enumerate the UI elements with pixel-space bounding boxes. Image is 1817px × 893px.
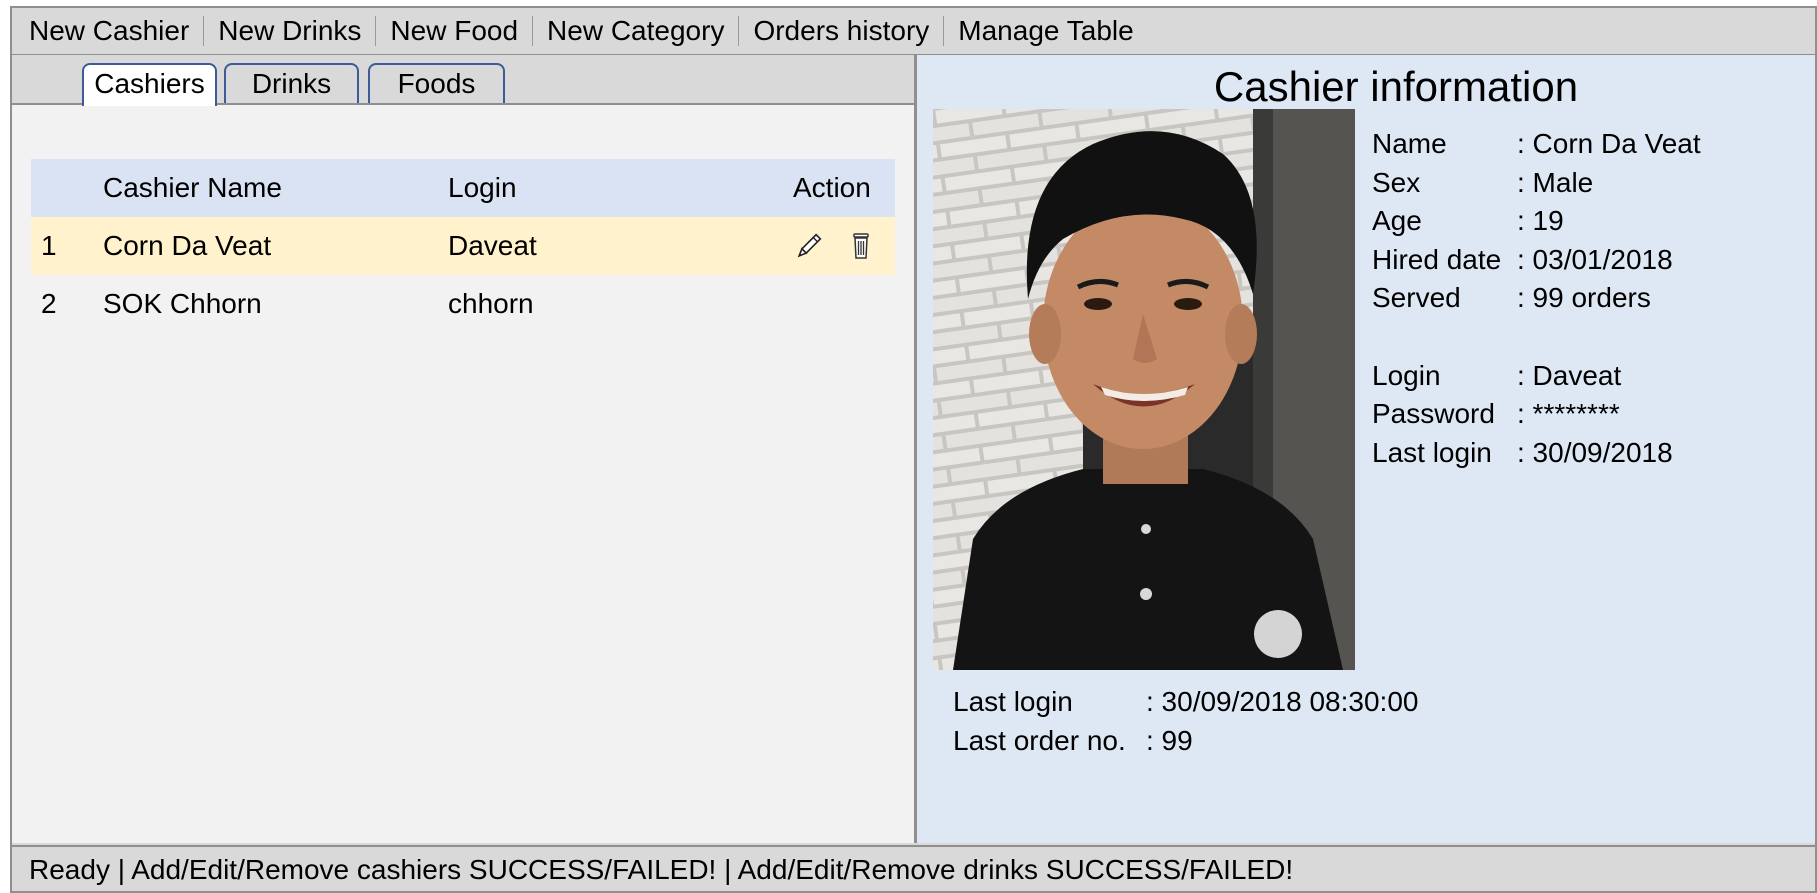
info-row-name: Name : Corn Da Veat bbox=[1372, 125, 1701, 164]
header-action: Action bbox=[793, 172, 871, 203]
activity-row-last-order: Last order no. : 99 bbox=[953, 722, 1418, 761]
table-row[interactable]: 1 Corn Da Veat Daveat bbox=[31, 217, 895, 275]
info-key: Last login bbox=[953, 686, 1073, 717]
info-value: : 99 bbox=[1146, 724, 1193, 756]
info-value: : Daveat bbox=[1517, 359, 1622, 391]
cashier-list-panel: Cashiers Drinks Foods Cashier Name Login… bbox=[12, 55, 917, 843]
tab-drinks[interactable]: Drinks bbox=[224, 63, 359, 103]
info-row-served: Served : 99 orders bbox=[1372, 279, 1701, 318]
info-key: Login bbox=[1372, 359, 1441, 391]
status-bar: Ready | Add/Edit/Remove cashiers SUCCESS… bbox=[12, 845, 1815, 891]
row-number: 1 bbox=[41, 230, 57, 261]
tab-foods[interactable]: Foods bbox=[368, 63, 505, 103]
menu-orders-history[interactable]: Orders history bbox=[739, 15, 943, 47]
info-value: : Corn Da Veat bbox=[1517, 128, 1701, 159]
trash-icon[interactable] bbox=[845, 230, 877, 262]
info-row-age: Age : 19 bbox=[1372, 202, 1701, 241]
info-value: : ******** bbox=[1517, 398, 1620, 429]
info-row-sex: Sex : Male bbox=[1372, 164, 1701, 203]
info-title: Cashier information bbox=[1213, 63, 1579, 110]
info-key: Name bbox=[1372, 128, 1447, 159]
menu-new-category[interactable]: New Category bbox=[533, 15, 738, 47]
info-row-password: Password : ******** bbox=[1372, 395, 1701, 434]
info-key: Password bbox=[1372, 398, 1495, 429]
header-cashier-name[interactable]: Cashier Name bbox=[103, 172, 448, 204]
tab-cashiers[interactable]: Cashiers bbox=[82, 63, 217, 106]
row-login: Daveat bbox=[448, 230, 537, 261]
activity-fields: Last login : 30/09/2018 08:30:00 Last or… bbox=[953, 683, 1418, 760]
info-fields: Name : Corn Da Veat Sex : Male Age : 19 … bbox=[1372, 125, 1701, 472]
info-key: Served bbox=[1372, 282, 1461, 313]
info-key: Last order no. bbox=[953, 724, 1126, 756]
info-row-last-login: Last login : 30/09/2018 bbox=[1372, 434, 1701, 473]
activity-row-last-login: Last login : 30/09/2018 08:30:00 bbox=[953, 683, 1418, 722]
menu-manage-table[interactable]: Manage Table bbox=[944, 15, 1147, 47]
cashier-photo bbox=[933, 109, 1355, 670]
info-row-login: Login : Daveat bbox=[1372, 357, 1701, 396]
table-header: Cashier Name Login Action bbox=[31, 159, 895, 217]
header-login[interactable]: Login bbox=[448, 172, 793, 204]
info-value: : 99 orders bbox=[1517, 282, 1651, 313]
tab-strip: Cashiers Drinks Foods bbox=[12, 55, 914, 106]
info-value: : 03/01/2018 bbox=[1517, 243, 1673, 275]
table-row[interactable]: 2 SOK Chhorn chhorn bbox=[31, 275, 895, 333]
info-value: : Male bbox=[1517, 166, 1594, 198]
info-key: Last login bbox=[1372, 436, 1492, 468]
cashier-info-panel: Cashier information Name: Corn Da Veat … bbox=[917, 55, 1815, 843]
app-window: New Cashier New Drinks New Food New Cate… bbox=[10, 6, 1817, 893]
menu-bar: New Cashier New Drinks New Food New Cate… bbox=[12, 8, 1815, 56]
info-key: Age bbox=[1372, 205, 1422, 236]
info-value: : 19 bbox=[1517, 205, 1564, 236]
info-key: Sex bbox=[1372, 166, 1421, 198]
info-row-hired-date: Hired date : 03/01/2018 bbox=[1372, 241, 1701, 280]
menu-new-cashier[interactable]: New Cashier bbox=[12, 15, 203, 47]
row-number: 2 bbox=[41, 288, 57, 319]
info-value: : 30/09/2018 08:30:00 bbox=[1146, 686, 1419, 717]
info-value: : 30/09/2018 bbox=[1517, 436, 1673, 468]
row-cashier-name: Corn Da Veat bbox=[103, 230, 272, 261]
info-key: Hired date bbox=[1372, 243, 1502, 275]
row-cashier-name: SOK Chhorn bbox=[103, 288, 262, 319]
row-login: chhorn bbox=[448, 288, 534, 319]
pencil-icon[interactable] bbox=[793, 230, 825, 262]
row-actions bbox=[793, 230, 895, 262]
menu-new-drinks[interactable]: New Drinks bbox=[204, 15, 375, 47]
menu-new-food[interactable]: New Food bbox=[376, 15, 532, 47]
cashier-table: Cashier Name Login Action 1 Corn Da Veat… bbox=[31, 159, 895, 333]
